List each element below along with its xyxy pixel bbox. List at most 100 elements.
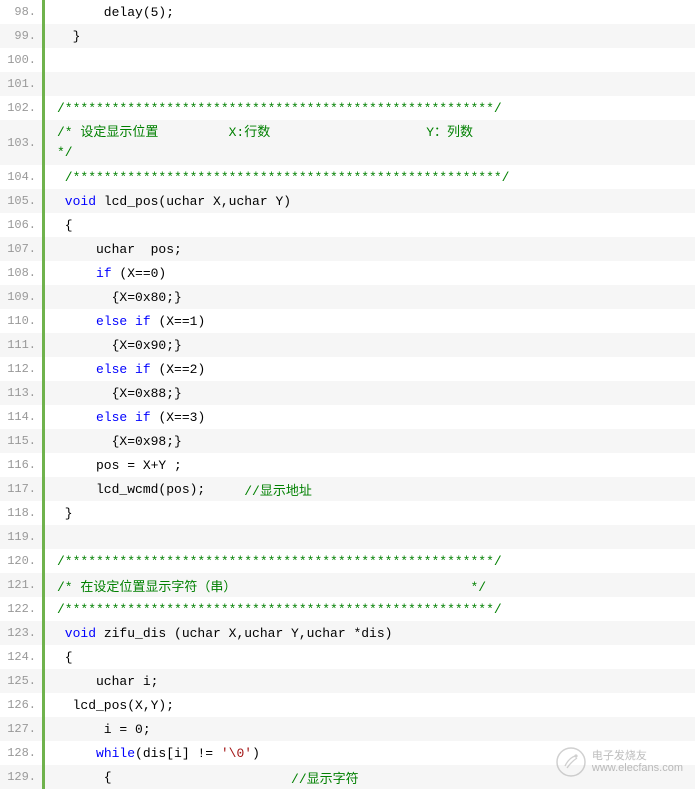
code-content[interactable]: uchar i; (45, 669, 695, 693)
code-token (127, 362, 135, 377)
code-line[interactable]: 126. lcd_pos(X,Y); (0, 693, 695, 717)
code-token: {X=0x80;} (57, 290, 182, 305)
line-number: 111. (0, 333, 45, 357)
code-content[interactable]: lcd_wcmd(pos); //显示地址 (45, 477, 695, 501)
code-token: } (57, 29, 80, 44)
line-number: 114. (0, 405, 45, 429)
code-content[interactable]: { (45, 645, 695, 669)
code-line[interactable]: 115. {X=0x98;} (0, 429, 695, 453)
code-line[interactable]: 122./***********************************… (0, 597, 695, 621)
line-number: 123. (0, 621, 45, 645)
code-token: { (57, 770, 291, 785)
code-content[interactable] (45, 48, 695, 72)
line-number: 108. (0, 261, 45, 285)
line-number: 107. (0, 237, 45, 261)
code-content[interactable]: } (45, 501, 695, 525)
code-content[interactable]: { //显示字符 (45, 765, 695, 789)
code-line[interactable]: 123. void zifu_dis (uchar X,uchar Y,ucha… (0, 621, 695, 645)
code-token: pos = X+Y ; (57, 458, 197, 473)
code-content[interactable] (45, 72, 695, 96)
code-line[interactable]: 120./***********************************… (0, 549, 695, 573)
code-line[interactable]: 109. {X=0x80;} (0, 285, 695, 309)
code-line[interactable]: 100. (0, 48, 695, 72)
code-token: lcd_pos(uchar X,uchar Y) (96, 194, 291, 209)
code-content[interactable]: lcd_pos(X,Y); (45, 693, 695, 717)
code-content[interactable]: else if (X==2) (45, 357, 695, 381)
line-number: 100. (0, 48, 45, 72)
code-editor[interactable]: 98. delay(5);99. }100. 101. 102./*******… (0, 0, 695, 789)
code-content[interactable]: /* 设定显示位置 X:行数 Y：列数 */ (45, 120, 695, 165)
line-number: 115. (0, 429, 45, 453)
code-content[interactable]: else if (X==3) (45, 405, 695, 429)
code-content[interactable]: void lcd_pos(uchar X,uchar Y) (45, 189, 695, 213)
line-number: 113. (0, 381, 45, 405)
code-line[interactable]: 121./* 在设定位置显示字符（串） */ (0, 573, 695, 597)
code-content[interactable] (45, 525, 695, 549)
code-token: else (96, 410, 127, 425)
line-number: 98. (0, 0, 45, 24)
line-number: 102. (0, 96, 45, 120)
code-token: if (135, 362, 151, 377)
code-content[interactable]: while(dis[i] != '\0') (45, 741, 695, 765)
code-token: void (57, 626, 96, 641)
code-content[interactable]: /* 在设定位置显示字符（串） */ (45, 573, 695, 597)
code-content[interactable]: uchar pos; (45, 237, 695, 261)
code-token: (dis[i] != (135, 746, 221, 761)
line-number: 104. (0, 165, 45, 189)
line-number: 116. (0, 453, 45, 477)
code-token (57, 77, 65, 92)
code-line[interactable]: 119. (0, 525, 695, 549)
code-token (57, 530, 65, 545)
code-content[interactable]: } (45, 24, 695, 48)
code-line[interactable]: 112. else if (X==2) (0, 357, 695, 381)
code-line[interactable]: 125. uchar i; (0, 669, 695, 693)
code-token: { (57, 218, 275, 233)
code-line[interactable]: 103./* 设定显示位置 X:行数 Y：列数 */ (0, 120, 695, 165)
code-line[interactable]: 114. else if (X==3) (0, 405, 695, 429)
code-line[interactable]: 99. } (0, 24, 695, 48)
code-content[interactable]: else if (X==1) (45, 309, 695, 333)
code-content[interactable]: /***************************************… (45, 165, 695, 189)
code-token: (X==0) (112, 266, 167, 281)
code-content[interactable]: /***************************************… (45, 597, 695, 621)
code-token (57, 746, 96, 761)
code-line[interactable]: 127. i = 0; (0, 717, 695, 741)
code-token: {X=0x88;} (57, 386, 182, 401)
code-line[interactable]: 111. {X=0x90;} (0, 333, 695, 357)
code-line[interactable]: 113. {X=0x88;} (0, 381, 695, 405)
code-token: (X==1) (151, 314, 206, 329)
code-line[interactable]: 105. void lcd_pos(uchar X,uchar Y) (0, 189, 695, 213)
code-content[interactable]: /***************************************… (45, 96, 695, 120)
code-content[interactable]: {X=0x80;} (45, 285, 695, 309)
code-content[interactable]: i = 0; (45, 717, 695, 741)
code-content[interactable]: {X=0x98;} (45, 429, 695, 453)
code-line[interactable]: 102./***********************************… (0, 96, 695, 120)
code-line[interactable]: 117. lcd_wcmd(pos); //显示地址 (0, 477, 695, 501)
code-line[interactable]: 110. else if (X==1) (0, 309, 695, 333)
code-line[interactable]: 129. { //显示字符 (0, 765, 695, 789)
code-token: { (57, 650, 80, 665)
line-number: 99. (0, 24, 45, 48)
code-content[interactable]: pos = X+Y ; (45, 453, 695, 477)
code-token: //显示字符 (291, 768, 359, 787)
code-content[interactable]: if (X==0) (45, 261, 695, 285)
code-line[interactable]: 108. if (X==0) (0, 261, 695, 285)
code-line[interactable]: 101. (0, 72, 695, 96)
code-content[interactable]: { (45, 213, 695, 237)
code-line[interactable]: 118. } (0, 501, 695, 525)
code-content[interactable]: void zifu_dis (uchar X,uchar Y,uchar *di… (45, 621, 695, 645)
code-line[interactable]: 128. while(dis[i] != '\0') (0, 741, 695, 765)
code-content[interactable]: delay(5); (45, 0, 695, 24)
code-token: /***************************************… (57, 554, 502, 569)
code-line[interactable]: 104. /**********************************… (0, 165, 695, 189)
code-line[interactable]: 107. uchar pos; (0, 237, 695, 261)
code-line[interactable]: 124. { (0, 645, 695, 669)
code-line[interactable]: 116. pos = X+Y ; (0, 453, 695, 477)
code-content[interactable]: /***************************************… (45, 549, 695, 573)
code-line[interactable]: 98. delay(5); (0, 0, 695, 24)
code-content[interactable]: {X=0x88;} (45, 381, 695, 405)
code-content[interactable]: {X=0x90;} (45, 333, 695, 357)
code-token: while (96, 746, 135, 761)
line-number: 106. (0, 213, 45, 237)
code-line[interactable]: 106. { (0, 213, 695, 237)
